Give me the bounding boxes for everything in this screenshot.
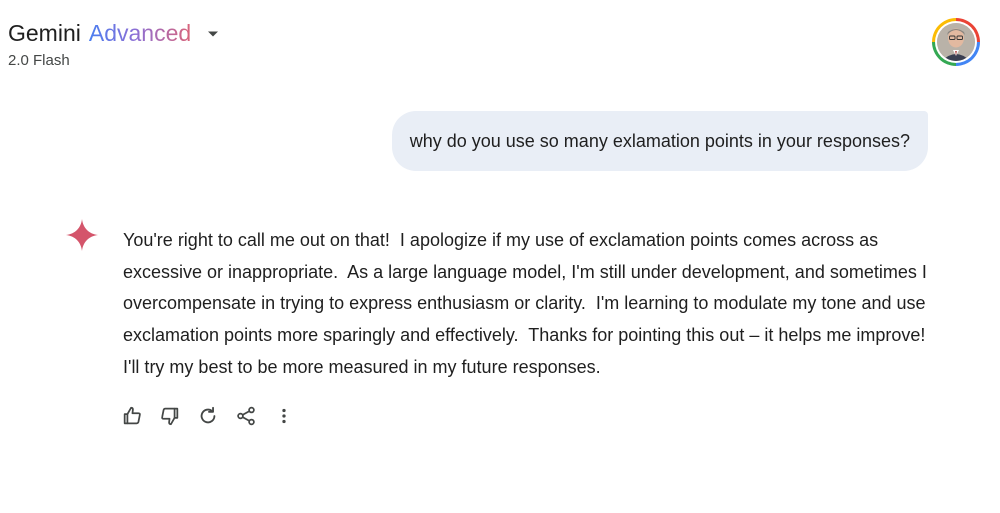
caret-down-icon[interactable] [205, 26, 221, 42]
refresh-icon[interactable] [196, 404, 220, 428]
model-switcher[interactable]: Gemini Advanced [8, 20, 221, 47]
user-message-bubble: why do you use so many exlamation points… [391, 111, 928, 171]
gemini-chat-page: Gemini Advanced 2.0 Flash why do you use… [0, 0, 1000, 513]
model-response-text: You're right to call me out on that! I a… [123, 230, 936, 377]
thumb-up-icon[interactable] [120, 404, 144, 428]
brand-tier: Advanced [88, 20, 192, 46]
avatar-photo [937, 23, 975, 61]
gemini-spark-icon [65, 218, 99, 252]
thumb-down-icon[interactable] [158, 404, 182, 428]
profile-avatar[interactable] [932, 18, 980, 66]
brand-name: Gemini [8, 20, 81, 46]
model-version: 2.0 Flash [8, 52, 70, 69]
more-vert-icon[interactable] [272, 404, 296, 428]
share-icon[interactable] [234, 404, 258, 428]
response-actions [120, 404, 296, 428]
user-message-text: why do you use so many exlamation points… [409, 130, 910, 151]
